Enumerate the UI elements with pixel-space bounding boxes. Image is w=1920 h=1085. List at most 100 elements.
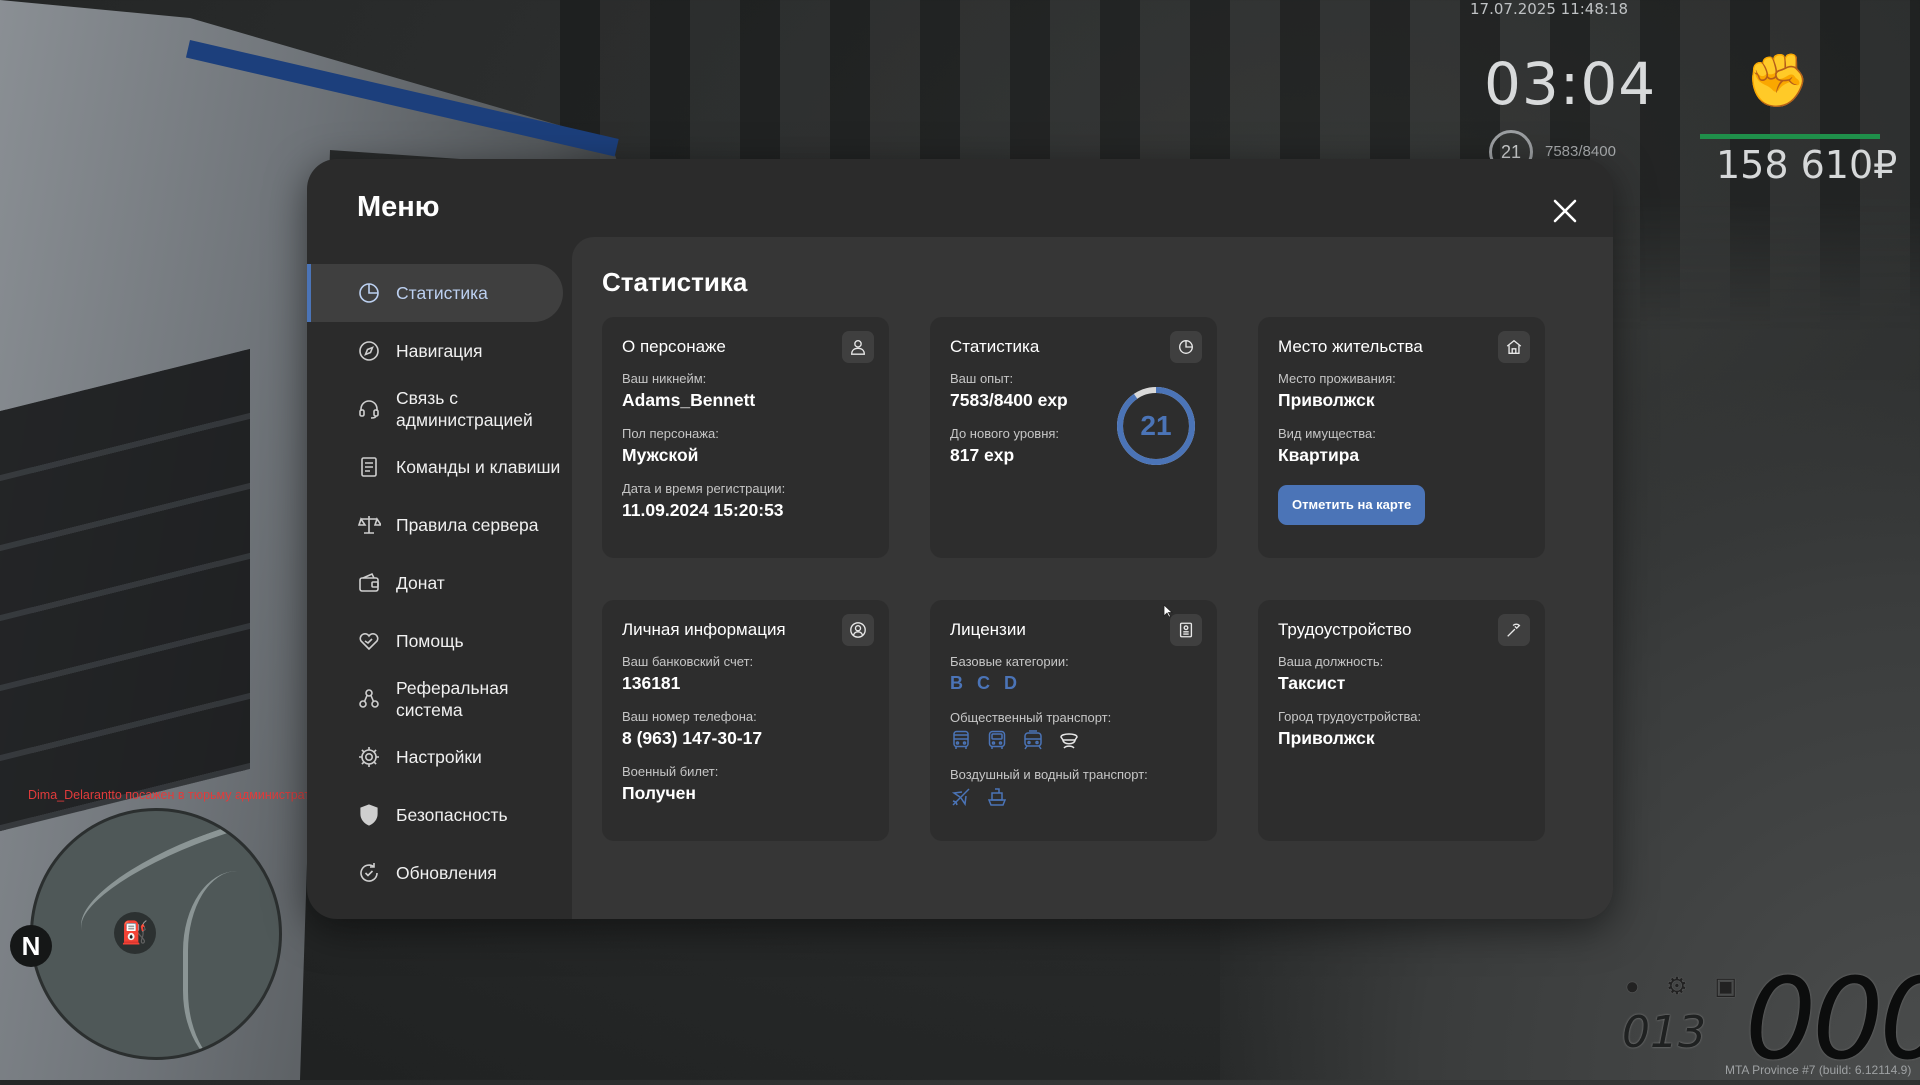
gas-station-icon: ⛽	[114, 912, 156, 954]
card-licenses: Лицензии Базовые категории: B C D Общест…	[930, 600, 1217, 841]
house-icon	[1498, 331, 1530, 363]
card-title: Статистика	[950, 337, 1040, 356]
public-transport-licenses	[950, 729, 1197, 751]
vehicle-status-icons: ● ⚙ ▣	[1625, 973, 1748, 1000]
health-bar	[1700, 134, 1880, 139]
field-label: Общественный транспорт:	[950, 710, 1112, 725]
field-label: Город трудоустройства:	[1278, 709, 1422, 724]
military-id-value: Получен	[622, 783, 696, 803]
field-label: Воздушный и водный транспорт:	[950, 767, 1148, 782]
scales-icon	[357, 513, 383, 537]
heart-hand-icon	[357, 629, 381, 653]
sidebar-item-label: Навигация	[396, 341, 483, 361]
license-category: D	[1004, 673, 1017, 693]
people-icon	[357, 687, 381, 711]
license-category: C	[977, 673, 990, 693]
hud-exp: 7583/8400	[1545, 143, 1616, 160]
card-residence: Место жительства Место проживания: Приво…	[1258, 317, 1545, 558]
mouse-cursor	[1163, 604, 1173, 618]
shield-icon	[357, 803, 381, 827]
user-icon	[842, 331, 874, 363]
field-label: Ваш опыт:	[950, 371, 1014, 386]
sidebar-item-statistics[interactable]: Статистика	[307, 264, 563, 322]
sidebar-item-label: Команды и клавиши	[396, 457, 561, 477]
field-label: Базовые категории:	[950, 654, 1069, 669]
bus-icon	[950, 729, 972, 751]
hammer-icon	[1498, 614, 1530, 646]
mark-on-map-button[interactable]: Отметить на карте	[1278, 485, 1426, 525]
field-label: Ваш банковский счет:	[622, 654, 754, 669]
close-button[interactable]	[1547, 193, 1583, 229]
level-progress-ring: 21	[1115, 385, 1197, 467]
minimap	[30, 808, 282, 1060]
field-label: Ваша должность:	[1278, 654, 1384, 669]
sidebar-item-updates[interactable]: Обновления	[307, 844, 563, 902]
license-categories: B C D	[950, 673, 1197, 694]
card-title: Личная информация	[622, 620, 786, 639]
fist-icon: ✊	[1745, 52, 1810, 110]
boat-icon	[986, 786, 1008, 808]
card-personal-info: Личная информация Ваш банковский счет: 1…	[602, 600, 889, 841]
building-window	[0, 348, 250, 832]
build-info: MTA Province #7 (build: 6.12114.9)	[1725, 1063, 1912, 1077]
wallet-icon	[357, 571, 381, 595]
sidebar-item-label: Донат	[396, 573, 445, 593]
card-character: О персонаже Ваш никнейм: Adams_Bennett П…	[602, 317, 889, 558]
menu-modal: Меню Статистика Навигация Связь с админи…	[307, 159, 1613, 919]
field-label: Ваш никнейм:	[622, 371, 707, 386]
pie-chart-icon	[1170, 331, 1202, 363]
field-label: Ваш номер телефона:	[622, 709, 757, 724]
card-employment: Трудоустройство Ваша должность: Таксист …	[1258, 600, 1545, 841]
headset-icon	[357, 397, 381, 421]
document-icon	[357, 455, 381, 479]
gender-value: Мужской	[622, 445, 699, 465]
card-title: Лицензии	[950, 620, 1026, 639]
content-title: Статистика	[602, 267, 748, 297]
air-water-licenses	[950, 786, 1197, 808]
compass-north: N	[10, 925, 52, 967]
hud-money: 158 610₽	[1716, 143, 1898, 187]
field-label: Военный билет:	[622, 764, 719, 779]
field-label: Пол персонажа:	[622, 426, 719, 441]
content-panel: Статистика О персонаже Ваш никнейм: Adam…	[572, 237, 1613, 919]
sidebar-item-donate[interactable]: Донат	[307, 554, 563, 612]
field-label: Вид имущества:	[1278, 426, 1376, 441]
sidebar-item-admin-contact[interactable]: Связь с администрацией	[307, 380, 563, 438]
job-city-value: Приволжск	[1278, 728, 1375, 748]
sidebar-item-commands[interactable]: Команды и клавиши	[307, 438, 563, 496]
sidebar-item-label: Правила сервера	[396, 515, 539, 535]
license-card-icon	[1170, 614, 1202, 646]
sidebar-item-rules[interactable]: Правила сервера	[307, 496, 563, 554]
sidebar-item-help[interactable]: Помощь	[307, 612, 563, 670]
plane-icon	[950, 786, 972, 808]
sidebar-item-settings[interactable]: Настройки	[307, 728, 563, 786]
menu-sidebar: Статистика Навигация Связь с администрац…	[307, 264, 563, 902]
user-circle-icon	[842, 614, 874, 646]
close-icon	[1553, 199, 1577, 223]
nickname-value: Adams_Bennett	[622, 390, 756, 410]
card-title: Трудоустройство	[1278, 620, 1412, 639]
sidebar-item-label: Помощь	[396, 631, 464, 651]
hud-datetime: 17.07.2025 11:48:18	[1470, 0, 1629, 18]
card-title: Место жительства	[1278, 337, 1423, 356]
sidebar-item-referral[interactable]: Реферальная система	[307, 670, 563, 728]
menu-title: Меню	[357, 191, 440, 223]
hud-fuel: 013	[1622, 1007, 1706, 1058]
sidebar-item-label: Связь с администрацией	[396, 388, 533, 430]
sidebar-item-navigation[interactable]: Навигация	[307, 322, 563, 380]
gear-icon	[357, 745, 381, 769]
job-position-value: Таксист	[1278, 673, 1346, 693]
sidebar-item-label: Реферальная система	[396, 678, 509, 720]
card-statistics: Статистика Ваш опыт: 7583/8400 exp До но…	[930, 317, 1217, 558]
bus-front-icon	[986, 729, 1008, 751]
refresh-icon	[357, 861, 381, 885]
property-type-value: Квартира	[1278, 445, 1360, 465]
registration-value: 11.09.2024 15:20:53	[622, 500, 784, 520]
residence-place-value: Приволжск	[1278, 390, 1375, 410]
sidebar-item-label: Безопасность	[396, 805, 508, 825]
hud-clock: 03:04	[1484, 50, 1657, 118]
sidebar-item-security[interactable]: Безопасность	[307, 786, 563, 844]
card-title: О персонаже	[622, 337, 726, 356]
pie-chart-icon	[357, 281, 381, 305]
tram-icon	[1022, 729, 1044, 751]
